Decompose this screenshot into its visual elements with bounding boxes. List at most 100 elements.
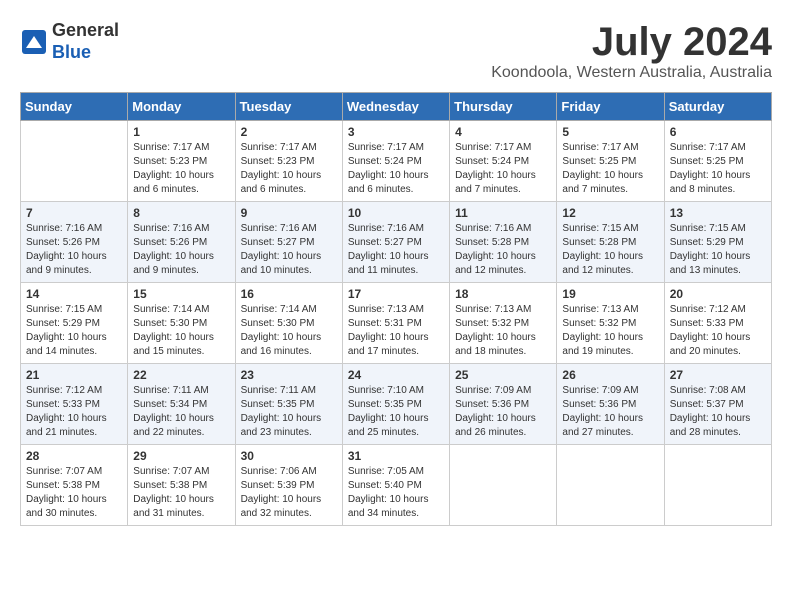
calendar-cell: 3 Sunrise: 7:17 AMSunset: 5:24 PMDaylight… — [342, 121, 449, 202]
logo: General Blue — [20, 20, 119, 63]
calendar-cell — [21, 121, 128, 202]
title-block: July 2024 Koondoola, Western Australia, … — [491, 20, 772, 82]
day-number: 29 — [133, 449, 229, 463]
cell-content: Sunrise: 7:11 AMSunset: 5:34 PMDaylight:… — [133, 384, 229, 440]
calendar-cell: 9Sunrise: 7:16 AMSunset: 5:27 PMDaylight… — [235, 202, 342, 283]
cell-content: Sunrise: 7:05 AMSunset: 5:40 PMDaylight:… — [348, 465, 444, 521]
cell-content: Sunrise: 7:17 AMSunset: 5:25 PMDaylight:… — [562, 141, 658, 197]
cell-content: Sunrise: 7:12 AMSunset: 5:33 PMDaylight:… — [670, 303, 766, 359]
logo-blue-text: Blue — [52, 42, 119, 64]
cell-content: Sunrise: 7:16 AMSunset: 5:28 PMDaylight:… — [455, 222, 551, 278]
day-number: 21 — [26, 368, 122, 382]
calendar-cell: 24 Sunrise: 7:10 AMSunset: 5:35 PMDayligh… — [342, 364, 449, 445]
calendar-cell: 29 Sunrise: 7:07 AMSunset: 5:38 PMDayligh… — [128, 445, 235, 526]
cell-content: Sunrise: 7:13 AMSunset: 5:32 PMDaylight:… — [562, 303, 658, 359]
calendar-cell: 18 Sunrise: 7:13 AMSunset: 5:32 PMDayligh… — [450, 283, 557, 364]
cell-content: Sunrise: 7:17 AMSunset: 5:24 PMDaylight:… — [348, 141, 444, 197]
logo-icon — [20, 28, 48, 56]
day-number: 23 — [241, 368, 337, 382]
cell-content: Sunrise: 7:07 AMSunset: 5:38 PMDaylight:… — [133, 465, 229, 521]
cell-content: Sunrise: 7:14 AMSunset: 5:30 PMDaylight:… — [241, 303, 337, 359]
day-number: 13 — [670, 206, 766, 220]
cell-content: Sunrise: 7:10 AMSunset: 5:35 PMDaylight:… — [348, 384, 444, 440]
day-number: 8 — [133, 206, 229, 220]
day-number: 6 — [670, 125, 766, 139]
week-row-3: 14Sunrise: 7:15 AMSunset: 5:29 PMDayligh… — [21, 283, 772, 364]
location-text: Koondoola, Western Australia, Australia — [491, 64, 772, 82]
cell-content: Sunrise: 7:17 AMSunset: 5:24 PMDaylight:… — [455, 141, 551, 197]
day-number: 25 — [455, 368, 551, 382]
week-row-4: 21 Sunrise: 7:12 AMSunset: 5:33 PMDayligh… — [21, 364, 772, 445]
day-number: 18 — [455, 287, 551, 301]
calendar-cell: 4 Sunrise: 7:17 AMSunset: 5:24 PMDaylight… — [450, 121, 557, 202]
day-number: 3 — [348, 125, 444, 139]
cell-content: Sunrise: 7:16 AMSunset: 5:26 PMDaylight:… — [133, 222, 229, 278]
calendar-cell: 31 Sunrise: 7:05 AMSunset: 5:40 PMDayligh… — [342, 445, 449, 526]
week-row-2: 7 Sunrise: 7:16 AMSunset: 5:26 PMDaylight… — [21, 202, 772, 283]
calendar-cell: 7Sunrise: 7:16 AMSunset: 5:26 PMDaylight… — [21, 202, 128, 283]
calendar-cell: 19 Sunrise: 7:13 AMSunset: 5:32 PMDayligh… — [557, 283, 664, 364]
calendar-cell: 11Sunrise: 7:16 AMSunset: 5:28 PMDayligh… — [450, 202, 557, 283]
calendar-cell: 8 Sunrise: 7:16 AMSunset: 5:26 PMDaylight… — [128, 202, 235, 283]
calendar-cell: 2 Sunrise: 7:17 AMSunset: 5:23 PMDaylight… — [235, 121, 342, 202]
day-number: 24 — [348, 368, 444, 382]
day-number: 4 — [455, 125, 551, 139]
week-row-5: 28 Sunrise: 7:07 AMSunset: 5:38 PMDayligh… — [21, 445, 772, 526]
cell-content: Sunrise: 7:08 AMSunset: 5:37 PMDaylight:… — [670, 384, 766, 440]
calendar-cell: 20 Sunrise: 7:12 AMSunset: 5:33 PMDayligh… — [664, 283, 771, 364]
calendar-cell: 13 Sunrise: 7:15 AMSunset: 5:29 PMDayligh… — [664, 202, 771, 283]
calendar-cell: 5 Sunrise: 7:17 AMSunset: 5:25 PMDaylight… — [557, 121, 664, 202]
day-number: 28 — [26, 449, 122, 463]
header-sunday: Sunday — [21, 93, 128, 121]
calendar-cell: 26Sunrise: 7:09 AMSunset: 5:36 PMDayligh… — [557, 364, 664, 445]
calendar-cell: 6 Sunrise: 7:17 AMSunset: 5:25 PMDaylight… — [664, 121, 771, 202]
day-number: 2 — [241, 125, 337, 139]
calendar-cell — [664, 445, 771, 526]
day-number: 31 — [348, 449, 444, 463]
cell-content: Sunrise: 7:11 AMSunset: 5:35 PMDaylight:… — [241, 384, 337, 440]
logo-general-text: General — [52, 20, 119, 42]
day-number: 5 — [562, 125, 658, 139]
calendar-cell: 21 Sunrise: 7:12 AMSunset: 5:33 PMDayligh… — [21, 364, 128, 445]
calendar-cell: 22 Sunrise: 7:11 AMSunset: 5:34 PMDayligh… — [128, 364, 235, 445]
calendar-cell: 16 Sunrise: 7:14 AMSunset: 5:30 PMDayligh… — [235, 283, 342, 364]
day-number: 12 — [562, 206, 658, 220]
cell-content: Sunrise: 7:15 AMSunset: 5:29 PMDaylight:… — [26, 303, 122, 359]
cell-content: Sunrise: 7:09 AMSunset: 5:36 PMDaylight:… — [455, 384, 551, 440]
calendar-header-row: SundayMondayTuesdayWednesdayThursdayFrid… — [21, 93, 772, 121]
day-number: 22 — [133, 368, 229, 382]
header-thursday: Thursday — [450, 93, 557, 121]
day-number: 7 — [26, 206, 122, 220]
cell-content: Sunrise: 7:15 AMSunset: 5:29 PMDaylight:… — [670, 222, 766, 278]
calendar-cell: 30Sunrise: 7:06 AMSunset: 5:39 PMDayligh… — [235, 445, 342, 526]
calendar-cell — [450, 445, 557, 526]
cell-content: Sunrise: 7:16 AMSunset: 5:27 PMDaylight:… — [348, 222, 444, 278]
cell-content: Sunrise: 7:13 AMSunset: 5:32 PMDaylight:… — [455, 303, 551, 359]
calendar-cell: 15Sunrise: 7:14 AMSunset: 5:30 PMDayligh… — [128, 283, 235, 364]
cell-content: Sunrise: 7:17 AMSunset: 5:23 PMDaylight:… — [241, 141, 337, 197]
cell-content: Sunrise: 7:13 AMSunset: 5:31 PMDaylight:… — [348, 303, 444, 359]
cell-content: Sunrise: 7:17 AMSunset: 5:25 PMDaylight:… — [670, 141, 766, 197]
header-friday: Friday — [557, 93, 664, 121]
day-number: 1 — [133, 125, 229, 139]
calendar-table: SundayMondayTuesdayWednesdayThursdayFrid… — [20, 92, 772, 526]
day-number: 10 — [348, 206, 444, 220]
cell-content: Sunrise: 7:12 AMSunset: 5:33 PMDaylight:… — [26, 384, 122, 440]
page-header: General Blue July 2024 Koondoola, Wester… — [20, 20, 772, 82]
day-number: 27 — [670, 368, 766, 382]
day-number: 20 — [670, 287, 766, 301]
month-title: July 2024 — [491, 20, 772, 64]
header-wednesday: Wednesday — [342, 93, 449, 121]
calendar-cell: 27 Sunrise: 7:08 AMSunset: 5:37 PMDayligh… — [664, 364, 771, 445]
cell-content: Sunrise: 7:09 AMSunset: 5:36 PMDaylight:… — [562, 384, 658, 440]
day-number: 17 — [348, 287, 444, 301]
calendar-cell: 17 Sunrise: 7:13 AMSunset: 5:31 PMDayligh… — [342, 283, 449, 364]
day-number: 19 — [562, 287, 658, 301]
cell-content: Sunrise: 7:17 AMSunset: 5:23 PMDaylight:… — [133, 141, 229, 197]
cell-content: Sunrise: 7:14 AMSunset: 5:30 PMDaylight:… — [133, 303, 229, 359]
calendar-cell: 1 Sunrise: 7:17 AMSunset: 5:23 PMDaylight… — [128, 121, 235, 202]
day-number: 16 — [241, 287, 337, 301]
day-number: 30 — [241, 449, 337, 463]
cell-content: Sunrise: 7:07 AMSunset: 5:38 PMDaylight:… — [26, 465, 122, 521]
week-row-1: 1 Sunrise: 7:17 AMSunset: 5:23 PMDaylight… — [21, 121, 772, 202]
